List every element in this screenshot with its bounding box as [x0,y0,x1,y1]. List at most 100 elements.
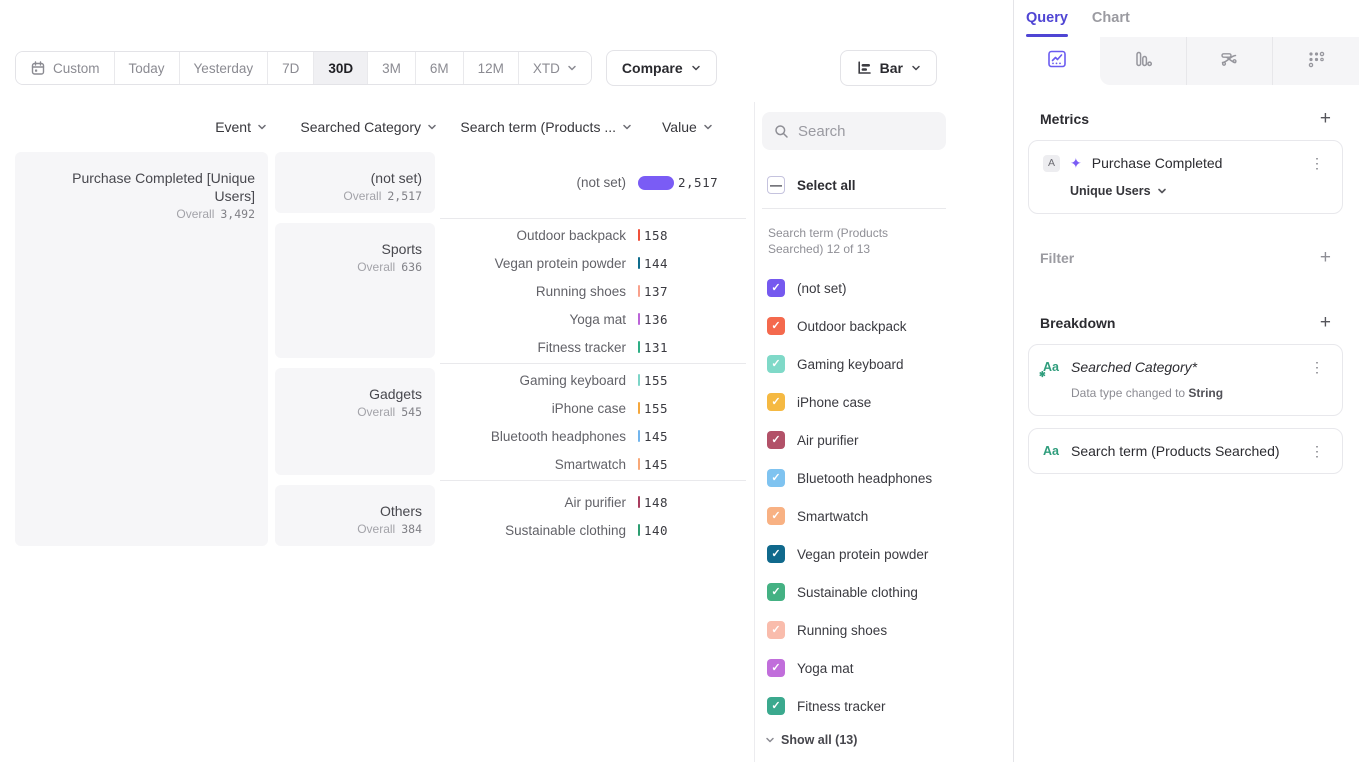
legend-item-label: iPhone case [797,395,871,410]
event-title: Purchase Completed [Unique Users] [28,169,255,205]
view-tab-funnels[interactable] [1100,37,1186,85]
legend-item[interactable]: ✓Sustainable clothing [762,573,1013,611]
legend-checkbox[interactable]: ✓ [767,469,785,487]
value-label: 144 [644,256,668,271]
legend-item[interactable]: ✓Smartwatch [762,497,1013,535]
breakdown-card[interactable]: Aa Search term (Products Searched) ⋮ [1028,428,1343,474]
legend-item[interactable]: ✓Air purifier [762,421,1013,459]
chart-type-label: Bar [880,60,903,76]
chart-type-selector[interactable]: Bar [840,50,937,86]
tab-query[interactable]: Query [1026,10,1068,37]
category-cell[interactable]: SportsOverall636 [275,223,435,358]
legend-checkbox[interactable]: ✓ [767,507,785,525]
legend-item[interactable]: ✓ Yoga mat [762,649,1013,687]
insights-chart-icon [1046,48,1068,75]
date-range-custom[interactable]: Custom [16,52,115,84]
legend-checkbox[interactable]: ✓ [767,659,785,677]
add-filter-button[interactable]: + [1320,248,1331,267]
legend-checkbox[interactable]: ✓ [767,317,785,335]
value-bar[interactable] [638,229,640,241]
add-breakdown-button[interactable]: + [1320,313,1331,332]
legend-checkbox[interactable]: ✓ [767,545,785,563]
view-tab-insights[interactable] [1014,37,1100,85]
header-label: Value [662,119,697,135]
note-bold: String [1188,386,1223,400]
kebab-menu-icon[interactable]: ⋮ [1306,154,1328,172]
chevron-down-icon [1157,186,1167,196]
tab-chart[interactable]: Chart [1092,10,1130,37]
chevron-down-icon [765,735,775,745]
value-bar[interactable] [638,341,640,353]
value-label: 145 [644,457,668,472]
legend-item-label: Vegan protein powder [797,547,928,562]
date-range-group: CustomTodayYesterday7D30D3M6M12MXTD [15,51,592,85]
note-text: Data type changed to [1071,386,1188,400]
category-cell[interactable]: OthersOverall384 [275,485,435,546]
legend-item[interactable]: ✓Running shoes [762,611,1013,649]
view-tab-retention[interactable] [1272,37,1359,85]
date-range-30d[interactable]: 30D [314,52,368,84]
legend-checkbox[interactable]: ✓ [767,393,785,411]
date-range-7d[interactable]: 7D [268,52,314,84]
value-bar[interactable] [638,524,640,536]
value-bar[interactable] [638,430,640,442]
table-row: (not set)2,517 [440,169,746,197]
value-bar[interactable] [638,176,674,190]
kebab-menu-icon[interactable]: ⋮ [1306,442,1328,460]
legend-item[interactable]: ✓Fitness tracker [762,687,1013,725]
legend-checkbox[interactable]: ✓ [767,431,785,449]
value-bar[interactable] [638,285,640,297]
breakdown-card[interactable]: Aa✱ Searched Category* ⋮ Data type chang… [1028,344,1343,416]
date-range-today[interactable]: Today [115,52,180,84]
legend-checkbox[interactable]: ✓ [767,697,785,715]
legend-item[interactable]: ✓ iPhone case [762,383,1013,421]
search-input[interactable] [798,123,918,140]
legend-item[interactable]: ✓Bluetooth headphones [762,459,1013,497]
legend-checkbox[interactable]: ✓ [767,621,785,639]
category-cell[interactable]: (not set)Overall2,517 [275,152,435,213]
add-metric-button[interactable]: + [1320,109,1331,128]
compare-button[interactable]: Compare [606,50,717,86]
kebab-menu-icon[interactable]: ⋮ [1306,358,1328,376]
overall-value: 384 [401,522,422,536]
legend-item[interactable]: ✓Gaming keyboard [762,345,1013,383]
legend-item-label: Yoga mat [797,661,854,676]
measurement-selector[interactable]: Unique Users [1070,184,1328,198]
category-cell[interactable]: GadgetsOverall545 [275,368,435,475]
legend-checkbox[interactable]: ✓ [767,583,785,601]
value-bar[interactable] [638,402,640,414]
value-bar[interactable] [638,374,640,386]
column-header-event[interactable]: Event [15,119,275,135]
show-all-toggle[interactable]: Show all (13) [762,725,1013,747]
metric-card[interactable]: A ✦ Purchase Completed ⋮ Unique Users [1028,140,1343,214]
legend-item[interactable]: ✓Outdoor backpack [762,307,1013,345]
calendar-icon [30,60,46,76]
show-all-label: Show all (13) [781,733,857,747]
column-header-searched-category[interactable]: Searched Category [275,119,447,135]
select-all-row[interactable]: — Select all [762,168,1013,208]
legend-item[interactable]: ✓(not set) [762,269,1013,307]
view-tab-flows[interactable] [1186,37,1273,85]
date-range-3m[interactable]: 3M [368,52,416,84]
legend-search[interactable] [762,112,946,150]
search-term-label: Fitness tracker [440,340,638,355]
value-bar[interactable] [638,496,640,508]
value-label: 2,517 [678,175,718,190]
value-bar[interactable] [638,458,640,470]
column-header-value[interactable]: Value [646,119,754,135]
legend-item[interactable]: ✓ Vegan protein powder [762,535,1013,573]
date-range-12m[interactable]: 12M [464,52,519,84]
column-header-search-term[interactable]: Search term (Products ... [447,119,646,135]
value-label: 131 [644,340,668,355]
term-rows: Outdoor backpack158Vegan protein powder1… [440,218,746,363]
date-range-6m[interactable]: 6M [416,52,464,84]
select-all-checkbox[interactable]: — [767,176,785,194]
overall-value: 636 [401,260,422,274]
date-range-xtd[interactable]: XTD [519,52,591,84]
value-bar[interactable] [638,257,640,269]
legend-checkbox[interactable]: ✓ [767,279,785,297]
legend-checkbox[interactable]: ✓ [767,355,785,373]
event-cell[interactable]: Purchase Completed [Unique Users] Overal… [15,152,268,546]
date-range-yesterday[interactable]: Yesterday [180,52,269,84]
value-bar[interactable] [638,313,640,325]
